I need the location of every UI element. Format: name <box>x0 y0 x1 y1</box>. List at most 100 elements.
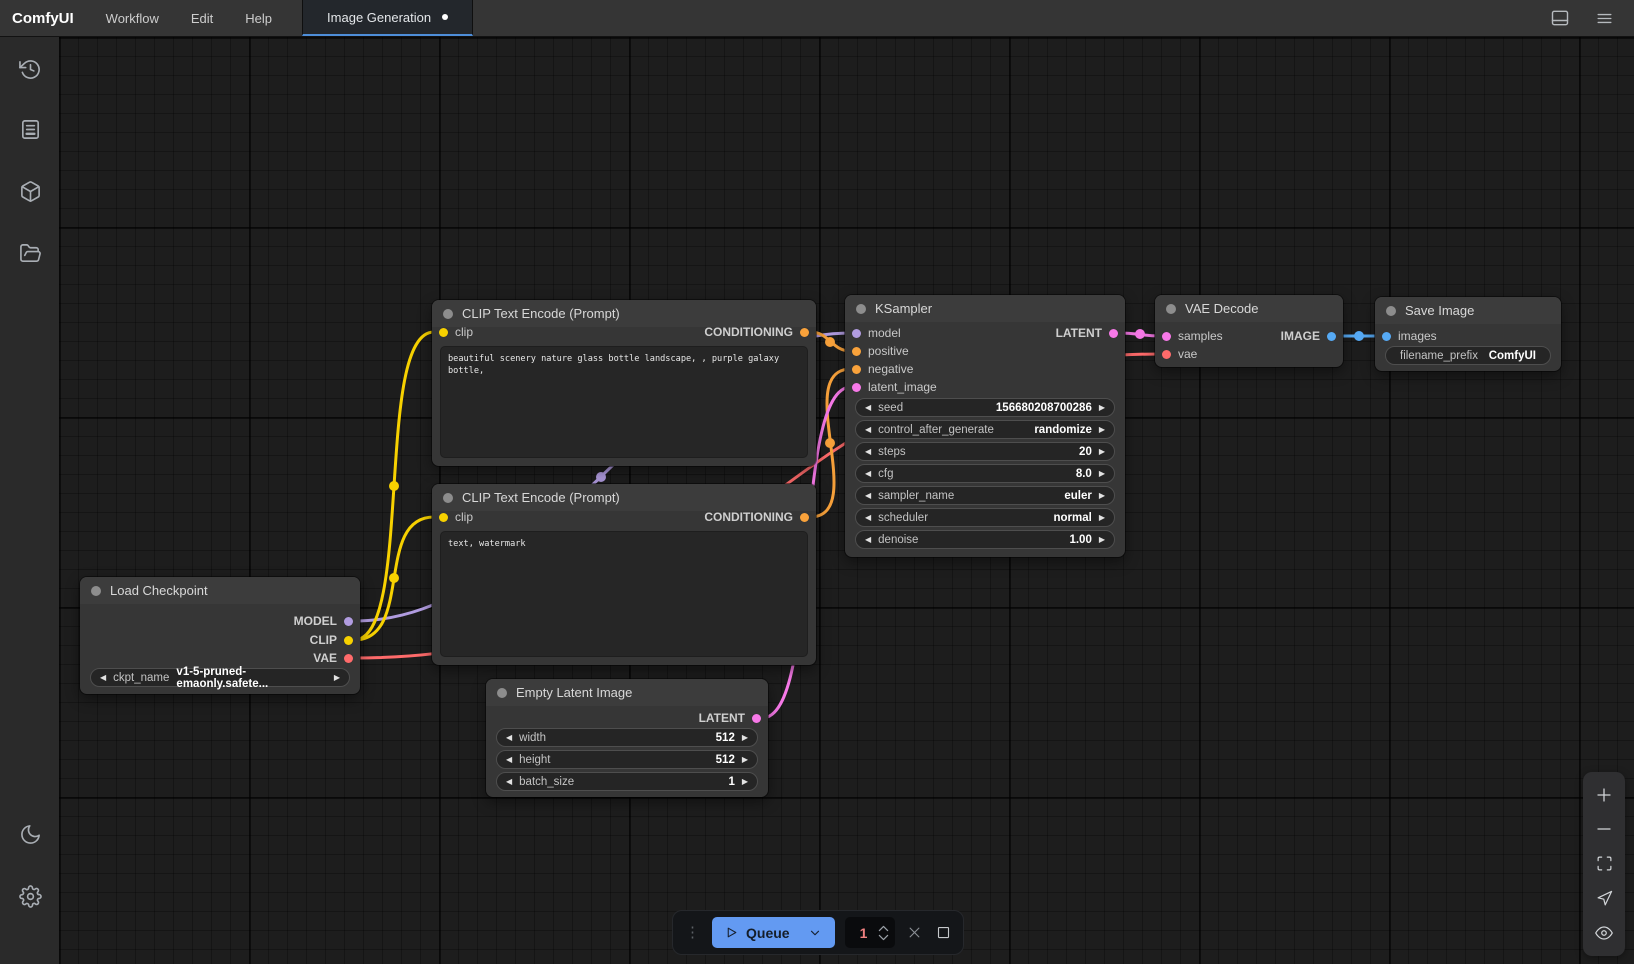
toggle-bottom-panel-icon[interactable] <box>1548 6 1572 30</box>
widget-control-after-generate[interactable]: ◀ control_after_generate randomize ▶ <box>855 420 1115 439</box>
hamburger-menu-icon[interactable] <box>1592 6 1616 30</box>
collapse-dot[interactable] <box>1166 304 1176 314</box>
batch-count-input[interactable]: 1 <box>845 917 895 948</box>
widget-steps[interactable]: ◀ steps 20 ▶ <box>855 442 1115 461</box>
model-port-dot[interactable] <box>344 617 353 626</box>
input-model[interactable]: model <box>852 324 901 342</box>
widget-denoise[interactable]: ◀ denoise 1.00 ▶ <box>855 530 1115 549</box>
collapse-dot[interactable] <box>443 309 453 319</box>
vae-port-dot[interactable] <box>344 654 353 663</box>
node-clip-text-encode-positive[interactable]: CLIP Text Encode (Prompt) clip CONDITION… <box>432 300 816 466</box>
image-port-dot[interactable] <box>1382 332 1391 341</box>
fit-view-icon[interactable] <box>1592 852 1616 876</box>
decrement-arrow-icon[interactable]: ◀ <box>865 470 871 478</box>
tab-image-generation[interactable]: Image Generation <box>302 0 473 36</box>
input-positive[interactable]: positive <box>852 342 909 360</box>
increment-arrow-icon[interactable]: ▶ <box>1099 492 1105 500</box>
increment-arrow-icon[interactable]: ▶ <box>742 778 748 786</box>
node-title-bar[interactable]: CLIP Text Encode (Prompt) <box>432 484 816 511</box>
node-title-bar[interactable]: Save Image <box>1375 297 1561 324</box>
step-up-icon[interactable] <box>878 925 889 932</box>
node-title-bar[interactable]: Empty Latent Image <box>486 679 768 706</box>
toggle-link-visibility-icon[interactable] <box>1592 921 1616 945</box>
select-mode-icon[interactable] <box>1592 887 1616 911</box>
widget-scheduler[interactable]: ◀ scheduler normal ▶ <box>855 508 1115 527</box>
queue-button[interactable]: Queue <box>712 917 835 948</box>
node-title-bar[interactable]: Load Checkpoint <box>80 577 360 604</box>
input-latent-image[interactable]: latent_image <box>852 378 937 396</box>
decrement-arrow-icon[interactable]: ◀ <box>506 778 512 786</box>
widget-height[interactable]: ◀ height 512 ▶ <box>496 750 758 769</box>
node-empty-latent-image[interactable]: Empty Latent Image LATENT ◀ width 512 ▶ … <box>486 679 768 797</box>
input-vae[interactable]: vae <box>1162 345 1197 363</box>
model-library-icon[interactable] <box>17 178 43 204</box>
output-latent[interactable]: LATENT <box>1056 324 1118 342</box>
clip-port-dot[interactable] <box>439 328 448 337</box>
decrement-arrow-icon[interactable]: ◀ <box>100 674 106 682</box>
image-port-dot[interactable] <box>1327 332 1336 341</box>
increment-arrow-icon[interactable]: ▶ <box>1099 536 1105 544</box>
workflows-folder-icon[interactable] <box>17 240 43 266</box>
input-clip[interactable]: clip <box>439 323 473 341</box>
unsaved-changes-dot[interactable] <box>442 14 448 20</box>
queue-options-chevron-icon[interactable] <box>808 926 822 940</box>
increment-arrow-icon[interactable]: ▶ <box>1099 404 1105 412</box>
decrement-arrow-icon[interactable]: ◀ <box>865 536 871 544</box>
collapse-dot[interactable] <box>1386 306 1396 316</box>
node-vae-decode[interactable]: VAE Decode samples vae IMAGE <box>1155 295 1343 367</box>
decrement-arrow-icon[interactable]: ◀ <box>865 426 871 434</box>
zoom-in-icon[interactable] <box>1592 783 1616 807</box>
node-clip-text-encode-negative[interactable]: CLIP Text Encode (Prompt) clip CONDITION… <box>432 484 816 665</box>
node-title-bar[interactable]: VAE Decode <box>1155 295 1343 322</box>
output-conditioning[interactable]: CONDITIONING <box>704 508 809 526</box>
node-load-checkpoint[interactable]: Load Checkpoint MODEL CLIP VAE ◀ ckpt_na… <box>80 577 360 694</box>
step-down-icon[interactable] <box>878 934 889 941</box>
widget-width[interactable]: ◀ width 512 ▶ <box>496 728 758 747</box>
input-samples[interactable]: samples <box>1162 327 1223 345</box>
node-library-icon[interactable] <box>17 116 43 142</box>
menu-edit[interactable]: Edit <box>175 0 229 36</box>
decrement-arrow-icon[interactable]: ◀ <box>865 492 871 500</box>
increment-arrow-icon[interactable]: ▶ <box>742 756 748 764</box>
settings-gear-icon[interactable] <box>17 883 43 909</box>
latent-port-dot[interactable] <box>1109 329 1118 338</box>
increment-arrow-icon[interactable]: ▶ <box>742 734 748 742</box>
collapse-dot[interactable] <box>443 493 453 503</box>
widget-cfg[interactable]: ◀ cfg 8.0 ▶ <box>855 464 1115 483</box>
collapse-dot[interactable] <box>91 586 101 596</box>
increment-arrow-icon[interactable]: ▶ <box>334 674 340 682</box>
decrement-arrow-icon[interactable]: ◀ <box>865 404 871 412</box>
output-latent[interactable]: LATENT <box>699 709 761 727</box>
widget-filename-prefix[interactable]: filename_prefix ComfyUI <box>1385 346 1551 365</box>
node-title-bar[interactable]: KSampler <box>845 295 1125 322</box>
decrement-arrow-icon[interactable]: ◀ <box>865 514 871 522</box>
clear-queue-icon[interactable] <box>905 922 924 944</box>
clip-port-dot[interactable] <box>344 636 353 645</box>
conditioning-port-dot[interactable] <box>852 347 861 356</box>
output-clip[interactable]: CLIP <box>310 631 353 649</box>
vae-port-dot[interactable] <box>1162 350 1171 359</box>
latent-port-dot[interactable] <box>752 714 761 723</box>
increment-arrow-icon[interactable]: ▶ <box>1099 470 1105 478</box>
conditioning-port-dot[interactable] <box>800 513 809 522</box>
theme-toggle-moon-icon[interactable] <box>17 821 43 847</box>
widget-batch-size[interactable]: ◀ batch_size 1 ▶ <box>496 772 758 791</box>
stop-icon[interactable] <box>934 922 953 944</box>
input-negative[interactable]: negative <box>852 360 913 378</box>
conditioning-port-dot[interactable] <box>852 365 861 374</box>
menu-help[interactable]: Help <box>229 0 288 36</box>
negative-prompt-textarea[interactable]: text, watermark <box>440 531 808 657</box>
decrement-arrow-icon[interactable]: ◀ <box>506 756 512 764</box>
decrement-arrow-icon[interactable]: ◀ <box>865 448 871 456</box>
output-vae[interactable]: VAE <box>313 649 353 667</box>
collapse-dot[interactable] <box>856 304 866 314</box>
input-clip[interactable]: clip <box>439 508 473 526</box>
latent-port-dot[interactable] <box>852 383 861 392</box>
model-port-dot[interactable] <box>852 329 861 338</box>
increment-arrow-icon[interactable]: ▶ <box>1099 514 1105 522</box>
widget-sampler-name[interactable]: ◀ sampler_name euler ▶ <box>855 486 1115 505</box>
clip-port-dot[interactable] <box>439 513 448 522</box>
input-images[interactable]: images <box>1382 327 1437 345</box>
app-logo[interactable]: ComfyUI <box>0 0 90 36</box>
output-conditioning[interactable]: CONDITIONING <box>704 323 809 341</box>
